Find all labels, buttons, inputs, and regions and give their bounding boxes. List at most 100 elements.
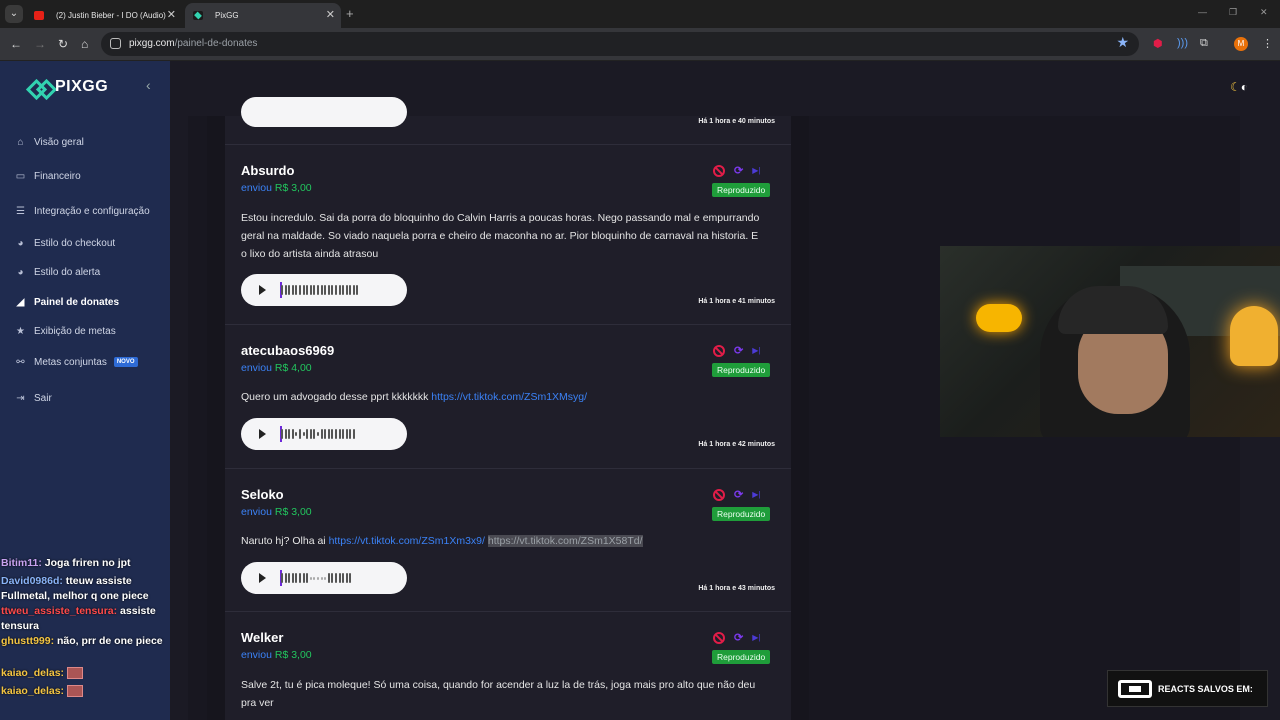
sidebar-item-sair[interactable]: ⇥ Sair — [14, 389, 52, 407]
chat-message: kaiao_delas: — [1, 666, 169, 681]
tiktok-link[interactable]: https://vt.tiktok.com/ZSm1Xm3x9/ — [329, 535, 485, 547]
donation-message: Estou incredulo. Sai da porra do bloquin… — [241, 212, 760, 260]
lamp-right — [1230, 306, 1278, 366]
replay-icon[interactable]: ⟳ — [734, 488, 743, 501]
extension-audio-icon[interactable]: ))) — [1177, 37, 1188, 49]
sidebar-item-integracao[interactable]: ☰ Integração e configuração — [14, 202, 150, 220]
url-text[interactable]: pixgg.com/painel-de-donates — [129, 38, 257, 49]
emote-icon — [66, 685, 83, 698]
donation-card: Seloko enviou R$ 3,00 ⟳ ▶| Reproduzido N… — [225, 469, 791, 612]
sidebar-item-painel-donates[interactable]: ◢ Painel de donates — [14, 293, 119, 311]
new-tab-button[interactable]: + — [346, 6, 354, 21]
donation-amount-line: enviou R$ 3,00 — [241, 182, 312, 194]
close-tab-icon[interactable]: ✕ — [326, 3, 335, 28]
minimize-button[interactable]: — — [1198, 7, 1207, 17]
play-icon[interactable] — [259, 285, 266, 295]
tab-title: PixGG — [215, 11, 239, 20]
replay-icon[interactable]: ⟳ — [734, 344, 743, 357]
reload-icon[interactable]: ↻ — [58, 37, 68, 51]
palette-icon: ◕ — [17, 237, 24, 249]
sidebar-item-estilo-alerta[interactable]: ◕ Estilo do alerta — [14, 263, 100, 281]
extension-shield-icon[interactable]: ⬢ — [1153, 37, 1163, 50]
screen: ⌄ (2) Justin Bieber - I DO (Audio) ✕ Pix… — [0, 0, 1280, 720]
donation-amount-line: enviou R$ 3,00 — [241, 506, 312, 518]
bookmark-star-icon[interactable]: ★ — [1116, 34, 1129, 51]
streamer-webcam — [940, 246, 1280, 437]
star-icon: ★ — [16, 325, 25, 337]
address-bar[interactable]: pixgg.com/painel-de-donates ★ — [101, 32, 1139, 56]
browser-tab-pixgg[interactable]: PixGG ✕ — [185, 3, 341, 28]
waveform[interactable] — [281, 571, 395, 585]
donation-time: Há 1 hora e 41 minutos — [698, 298, 775, 305]
forward-arrow-icon[interactable]: → — [34, 37, 46, 51]
close-tab-icon[interactable]: ✕ — [167, 3, 176, 28]
tab-search-button[interactable]: ⌄ — [5, 5, 23, 23]
status-badge: Reproduzido — [712, 363, 771, 377]
skip-icon[interactable]: ▶| — [752, 166, 760, 175]
close-window-button[interactable]: ✕ — [1260, 7, 1268, 18]
sidebar-item-visao-geral[interactable]: ⌂ Visão geral — [14, 133, 83, 151]
donation-time: Há 1 hora e 42 minutos — [698, 441, 775, 448]
theme-toggle[interactable]: ☾◐ — [1230, 80, 1248, 94]
site-info-icon[interactable] — [110, 38, 121, 49]
collapse-sidebar-icon[interactable]: ‹ — [146, 77, 151, 93]
home-icon[interactable]: ⌂ — [81, 37, 88, 51]
skip-icon[interactable]: ▶| — [752, 633, 760, 642]
donation-time: Há 1 hora e 43 minutos — [698, 585, 775, 592]
donation-card: Absurdo enviou R$ 3,00 ⟳ ▶| Reproduzido … — [225, 145, 791, 325]
status-badge: Reproduzido — [712, 650, 771, 664]
donation-message: Salve 2t, tu é pica moleque! Só uma cois… — [241, 679, 756, 709]
audio-player[interactable] — [241, 562, 407, 594]
pixgg-logo-icon — [28, 81, 50, 93]
sidebar-item-exibicao-metas[interactable]: ★ Exibição de metas — [14, 322, 116, 340]
block-icon[interactable] — [713, 631, 725, 644]
waveform[interactable] — [281, 427, 395, 441]
donation-message: Naruto hj? Olha ai https://vt.tiktok.com… — [241, 535, 643, 547]
skip-icon[interactable]: ▶| — [752, 490, 760, 499]
waveform[interactable] — [281, 283, 395, 297]
donation-actions: ⟳ ▶| — [713, 344, 760, 357]
donation-time: Há 1 hora e 40 minutos — [698, 118, 775, 125]
back-arrow-icon[interactable]: ← — [10, 37, 22, 51]
settings-icon: ☰ — [16, 205, 25, 217]
home-icon: ⌂ — [17, 136, 24, 148]
profile-avatar[interactable]: M — [1234, 37, 1248, 51]
sidebar-item-metas-conjuntas[interactable]: ⚯ Metas conjuntas NOVO — [14, 353, 138, 371]
restore-button[interactable]: ❐ — [1229, 7, 1237, 18]
replay-icon[interactable]: ⟳ — [734, 631, 743, 644]
block-icon[interactable] — [713, 164, 725, 177]
block-icon[interactable] — [713, 344, 725, 357]
donor-name: atecubaos6969 — [241, 343, 335, 358]
donation-amount-line: enviou R$ 3,00 — [241, 649, 312, 661]
donation-actions: ⟳ ▶| — [713, 164, 760, 177]
sidebar-item-financeiro[interactable]: ▭ Financeiro — [14, 167, 81, 185]
donation-actions: ⟳ ▶| — [713, 488, 760, 501]
chat-message: kaiao_delas: — [1, 684, 169, 699]
sidebar-item-estilo-checkout[interactable]: ◕ Estilo do checkout — [14, 234, 115, 252]
donor-name: Absurdo — [241, 163, 295, 178]
play-icon[interactable] — [259, 573, 266, 583]
streamer-cap — [1058, 286, 1168, 334]
play-icon[interactable] — [259, 429, 266, 439]
replay-icon[interactable]: ⟳ — [734, 164, 743, 177]
youtube-icon — [34, 11, 44, 20]
moon-icon: ◐ — [1240, 80, 1249, 94]
browser-tab-youtube[interactable]: (2) Justin Bieber - I DO (Audio) ✕ — [26, 3, 182, 28]
extensions-puzzle-icon[interactable]: ⧉ — [1200, 37, 1208, 50]
block-icon[interactable] — [713, 488, 725, 501]
donor-name: Welker — [241, 630, 284, 645]
audio-player[interactable] — [241, 274, 407, 306]
audio-player[interactable] — [241, 97, 407, 127]
audio-player[interactable] — [241, 418, 407, 450]
browser-toolbar: ← → ↻ ⌂ pixgg.com/painel-de-donates ★ ⬢ … — [0, 28, 1280, 61]
donor-name: Seloko — [241, 487, 284, 502]
donation-card: atecubaos6969 enviou R$ 4,00 ⟳ ▶| Reprod… — [225, 325, 791, 469]
link-icon: ⚯ — [16, 356, 25, 368]
megaphone-icon: ◢ — [16, 296, 25, 308]
skip-icon[interactable]: ▶| — [752, 346, 760, 355]
tiktok-link[interactable]: https://vt.tiktok.com/ZSm1XMsyg/ — [431, 391, 587, 403]
vod-logo-icon — [1118, 680, 1152, 698]
chat-message: Bitim11: Joga friren no jpt — [1, 557, 131, 569]
tiktok-link-selected[interactable]: https://vt.tiktok.com/ZSm1X58Td/ — [487, 535, 643, 547]
browser-menu-icon[interactable]: ⋮ — [1262, 37, 1273, 50]
